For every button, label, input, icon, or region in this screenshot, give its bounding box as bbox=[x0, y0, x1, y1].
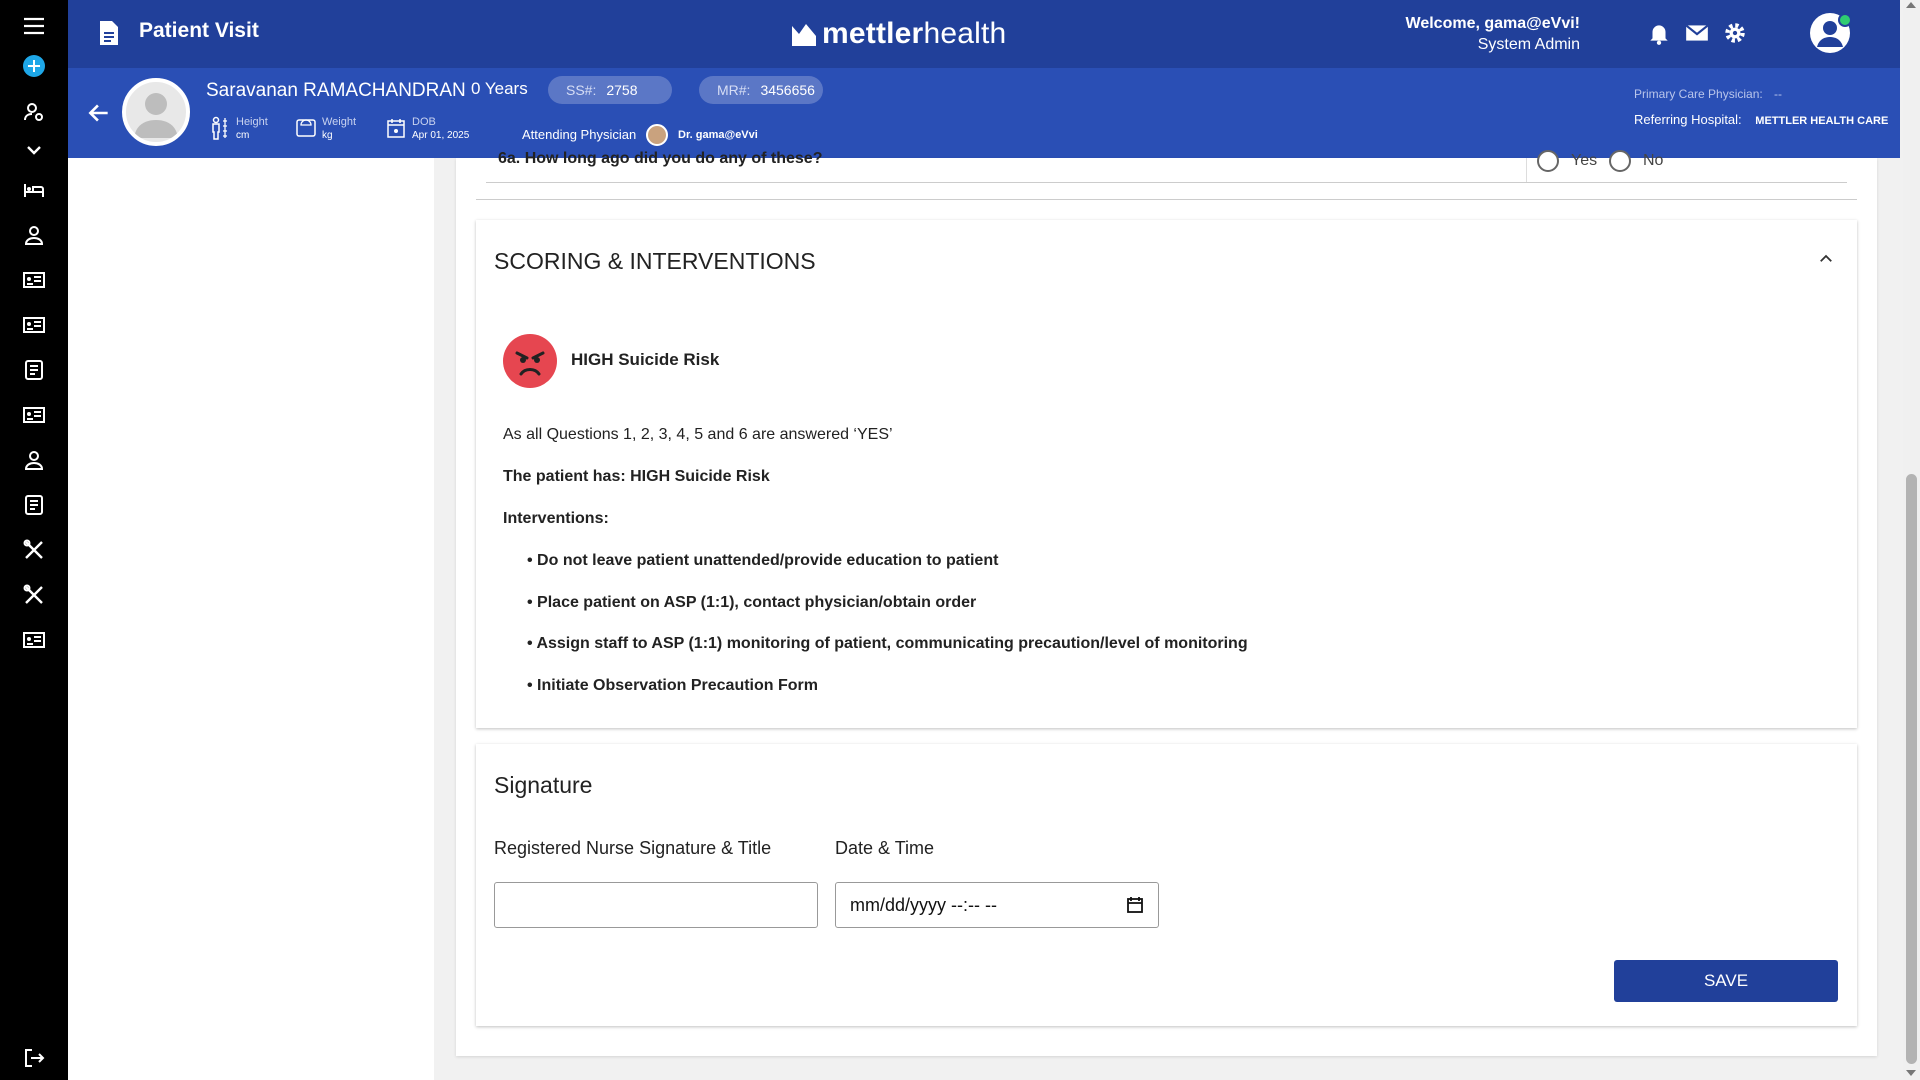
scroll-down-arrow[interactable] bbox=[1906, 1070, 1916, 1076]
left-sidebar bbox=[0, 0, 68, 1080]
patient-banner: Saravanan RAMACHANDRAN 0 Years SS#: 2758… bbox=[68, 68, 1900, 158]
user-role: System Admin bbox=[1477, 36, 1580, 53]
radio-yes-circle[interactable] bbox=[1537, 150, 1559, 172]
mr-number-badge: MR#: 3456656 bbox=[699, 76, 823, 104]
intervention-item: • Assign staff to ASP (1:1) monitoring o… bbox=[527, 635, 1248, 652]
tools-icon[interactable] bbox=[0, 528, 68, 572]
save-button[interactable]: SAVE bbox=[1614, 960, 1838, 1002]
risk-level-label: HIGH Suicide Risk bbox=[571, 350, 720, 369]
scoring-title: SCORING & INTERVENTIONS bbox=[494, 248, 816, 274]
primary-care-physician: Primary Care Physician: -- bbox=[1634, 87, 1782, 101]
logo-mark-icon bbox=[792, 24, 816, 46]
id-card-icon[interactable] bbox=[0, 393, 68, 437]
signature-card: Signature Registered Nurse Signature & T… bbox=[476, 744, 1857, 1026]
risk-summary: The patient has: HIGH Suicide Risk bbox=[503, 468, 770, 485]
gear-icon[interactable] bbox=[1720, 18, 1750, 48]
patient-avatar bbox=[122, 78, 190, 146]
radio-no-label: No bbox=[1643, 152, 1664, 169]
logout-icon[interactable] bbox=[0, 1036, 68, 1080]
risk-reason: As all Questions 1, 2, 3, 4, 5 and 6 are… bbox=[503, 426, 893, 443]
person-icon bbox=[134, 93, 178, 138]
welcome-block: Welcome, gama@eVvi! System Admin bbox=[1406, 13, 1580, 55]
scoring-card: SCORING & INTERVENTIONS HIGH Suicide Ris… bbox=[476, 220, 1857, 728]
chevron-up-icon[interactable] bbox=[1817, 250, 1835, 268]
question-divider bbox=[1526, 158, 1527, 182]
chevron-down-icon[interactable] bbox=[0, 128, 68, 172]
back-arrow-icon[interactable] bbox=[86, 100, 112, 126]
ss-number-badge: SS#: 2758 bbox=[548, 76, 672, 104]
interventions-heading: Interventions: bbox=[503, 510, 609, 527]
bell-icon[interactable] bbox=[1644, 18, 1674, 48]
physician-avatar bbox=[646, 124, 668, 146]
top-header: Patient Visit mettlerhealth Welcome, gam… bbox=[68, 0, 1900, 68]
tools-icon[interactable] bbox=[0, 573, 68, 617]
calendar-icon bbox=[387, 119, 405, 138]
document-icon bbox=[100, 21, 118, 45]
add-icon[interactable] bbox=[0, 44, 68, 88]
height-icon bbox=[212, 116, 227, 140]
radio-no[interactable]: No bbox=[1609, 150, 1663, 172]
referring-label: Referring Hospital: bbox=[1634, 112, 1742, 127]
bed-icon[interactable] bbox=[0, 168, 68, 212]
ss-value: 2758 bbox=[606, 82, 638, 98]
patient-name: Saravanan RAMACHANDRAN bbox=[206, 80, 466, 101]
main-content: 6a. How long ago did you do any of these… bbox=[456, 150, 1877, 1056]
pcp-label: Primary Care Physician: bbox=[1634, 87, 1763, 101]
weight-scale-icon bbox=[296, 119, 316, 137]
weight-label: Weight bbox=[322, 116, 357, 128]
document-icon[interactable] bbox=[0, 483, 68, 527]
online-status-dot bbox=[1838, 13, 1852, 27]
radio-yes[interactable]: Yes bbox=[1537, 150, 1597, 172]
scrollbar-thumb[interactable] bbox=[1906, 474, 1917, 1064]
id-card-icon[interactable] bbox=[0, 618, 68, 662]
weight-vital: Weight kg bbox=[296, 116, 356, 143]
height-value: cm bbox=[236, 130, 250, 141]
document-icon[interactable] bbox=[0, 348, 68, 392]
id-card-icon[interactable] bbox=[0, 258, 68, 302]
referring-value: METTLER HEALTH CARE bbox=[1755, 115, 1889, 127]
weight-value: kg bbox=[322, 130, 333, 141]
dob-label: DOB bbox=[412, 116, 436, 128]
height-vital: Height cm bbox=[210, 116, 268, 143]
radio-yes-label: Yes bbox=[1571, 152, 1598, 169]
radio-no-circle[interactable] bbox=[1609, 150, 1631, 172]
question-card: 6a. How long ago did you do any of these… bbox=[476, 150, 1857, 200]
intervention-item: • Initiate Observation Precaution Form bbox=[527, 677, 818, 694]
attending-physician-label: Attending Physician bbox=[522, 127, 637, 142]
id-card-icon[interactable] bbox=[0, 303, 68, 347]
datetime-label: Date & Time bbox=[835, 838, 935, 858]
left-panel bbox=[68, 158, 434, 1080]
dob-vital: DOB Apr 01, 2025 bbox=[386, 116, 469, 143]
menu-icon[interactable] bbox=[0, 4, 68, 48]
page-title: Patient Visit bbox=[139, 19, 259, 42]
mr-label: MR#: bbox=[717, 82, 751, 98]
logo-suffix: health bbox=[923, 17, 1007, 50]
mail-icon[interactable] bbox=[1682, 18, 1712, 48]
height-label: Height bbox=[236, 116, 268, 128]
scroll-up-arrow[interactable] bbox=[1906, 2, 1916, 8]
nurse-signature-input[interactable] bbox=[494, 882, 818, 928]
dob-value: Apr 01, 2025 bbox=[412, 130, 470, 141]
logo-prefix: mettler bbox=[822, 17, 924, 50]
calendar-icon[interactable] bbox=[1126, 896, 1144, 914]
patients-icon[interactable] bbox=[0, 438, 68, 482]
intervention-item: • Place patient on ASP (1:1), contact ph… bbox=[527, 594, 977, 611]
question-6a-text: 6a. How long ago did you do any of these… bbox=[498, 150, 823, 167]
ss-label: SS#: bbox=[566, 82, 597, 98]
attending-physician-name: Dr. gama@eVvi bbox=[678, 129, 758, 141]
patients-icon[interactable] bbox=[0, 213, 68, 257]
referring-hospital: Referring Hospital: METTLER HEALTH CARE bbox=[1634, 112, 1888, 127]
mr-value: 3456656 bbox=[760, 82, 815, 98]
pcp-value: -- bbox=[1774, 87, 1783, 101]
nurse-signature-label: Registered Nurse Signature & Title bbox=[494, 838, 772, 858]
datetime-input[interactable]: mm/dd/yyyy --:-- -- bbox=[835, 882, 1159, 928]
intervention-item: • Do not leave patient unattended/provid… bbox=[527, 552, 999, 569]
question-underline bbox=[486, 182, 1847, 183]
datetime-placeholder: mm/dd/yyyy --:-- -- bbox=[850, 894, 997, 915]
signature-title: Signature bbox=[494, 772, 593, 798]
welcome-text: Welcome, gama@eVvi! bbox=[1405, 15, 1580, 32]
mettlerhealth-logo[interactable]: mettlerhealth bbox=[790, 16, 1006, 52]
patient-age: 0 Years bbox=[471, 79, 528, 98]
angry-face-icon bbox=[503, 334, 557, 388]
